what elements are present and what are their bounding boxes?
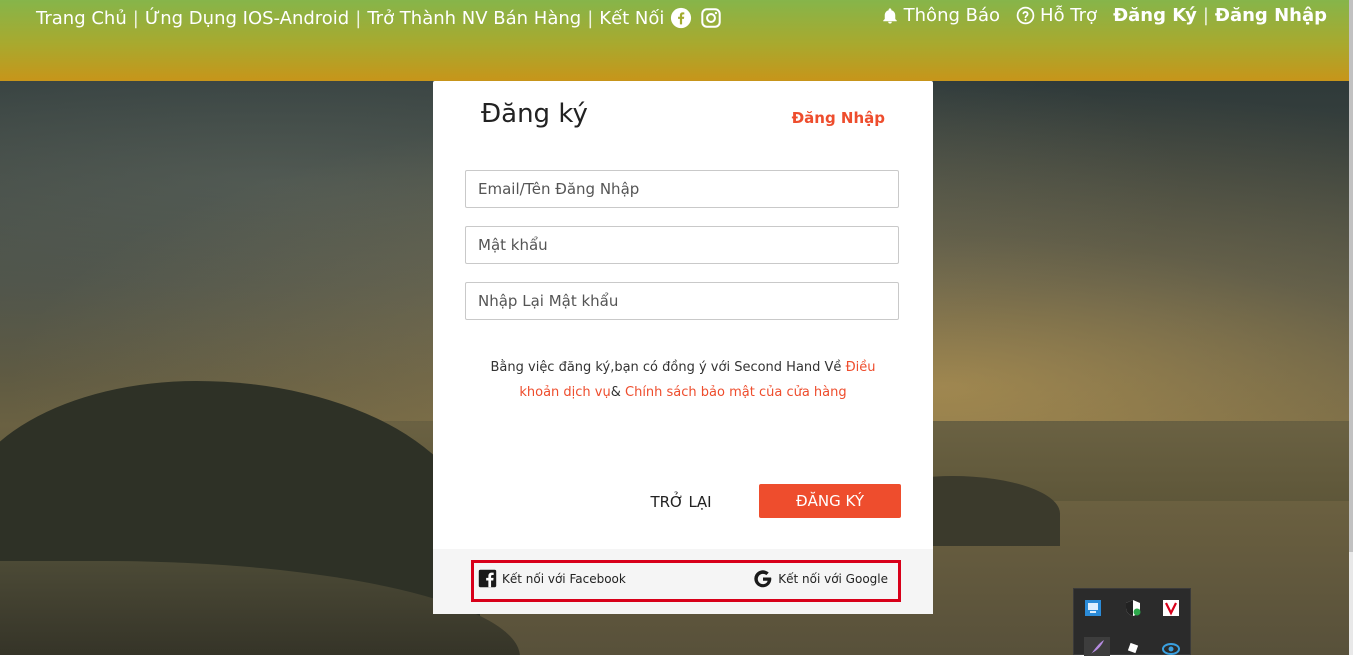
antivirus-v-icon[interactable] [1162,599,1180,617]
switch-to-login-link[interactable]: Đăng Nhập [792,109,885,127]
nav-help[interactable]: Hỗ Trợ [1016,5,1097,26]
nav-notifications-label: Thông Báo [903,5,1001,26]
scrollbar-thumb[interactable] [1349,0,1353,552]
facebook-icon [478,569,497,588]
facebook-login-button[interactable]: Kết nối với Facebook [478,569,626,588]
nav-register-link[interactable]: Đăng Ký [1113,5,1197,26]
nav-divider: | [1202,5,1209,26]
nav-divider: | [355,7,362,29]
terms-and: & [610,385,625,400]
social-login-bar: Kết nối với Facebook Kết nối với Google [433,549,933,614]
facebook-icon[interactable] [670,7,692,29]
nav-seller-link[interactable]: Trở Thành NV Bán Hàng [367,8,581,29]
nav-help-label: Hỗ Trợ [1040,5,1098,26]
back-button[interactable]: TRỞ LẠI [637,485,725,519]
nav-left: Trang Chủ | Ứng Dụng IOS-Android | Trở T… [36,7,722,29]
social-login-highlight: Kết nối với Facebook Kết nối với Google [471,560,901,602]
form-title: Đăng ký [481,99,588,129]
email-field[interactable] [465,170,899,208]
security-shield-icon[interactable] [1124,599,1142,617]
google-login-label: Kết nối với Google [778,572,888,586]
nav-home-link[interactable]: Trang Chủ [36,8,127,29]
bell-icon [882,7,897,23]
feather-app-icon[interactable] [1084,637,1110,656]
facebook-login-label: Kết nối với Facebook [502,571,626,586]
nav-divider: | [587,7,594,29]
google-icon [754,570,772,588]
page-scrollbar[interactable] [1349,0,1353,655]
nav-connect-label: Kết Nối [599,7,665,29]
terms-text: Bằng việc đăng ký,bạn có đồng ý với Seco… [473,355,893,405]
nav-app-link[interactable]: Ứng Dụng IOS-Android [145,8,349,29]
terms-prefix: Bằng việc đăng ký,bạn có đồng ý với Seco… [490,360,846,375]
network-app-icon[interactable] [1162,639,1180,657]
monitor-app-icon[interactable] [1084,599,1102,617]
nav-divider: | [132,7,139,29]
nav-login-link[interactable]: Đăng Nhập [1215,5,1327,26]
google-login-button[interactable]: Kết nối với Google [753,569,888,589]
social-links [670,7,722,29]
pen-app-icon[interactable] [1124,639,1142,657]
register-button[interactable]: ĐĂNG KÝ [759,484,901,518]
instagram-icon[interactable] [700,7,722,29]
nav-right: Thông Báo Hỗ Trợ Đăng Ký | Đăng Nhập [865,5,1327,26]
password-field[interactable] [465,226,899,264]
register-card: Đăng ký Đăng Nhập Bằng việc đăng ký,bạn … [433,81,933,614]
nav-auth: Đăng Ký | Đăng Nhập [1113,5,1327,26]
nav-notifications[interactable]: Thông Báo [881,5,1000,26]
system-tray-overflow [1073,588,1191,657]
confirm-password-field[interactable] [465,282,899,320]
top-navbar: Trang Chủ | Ứng Dụng IOS-Android | Trở T… [0,0,1349,81]
help-icon [1016,6,1035,25]
privacy-policy-link[interactable]: Chính sách bảo mật của cửa hàng [625,385,847,400]
